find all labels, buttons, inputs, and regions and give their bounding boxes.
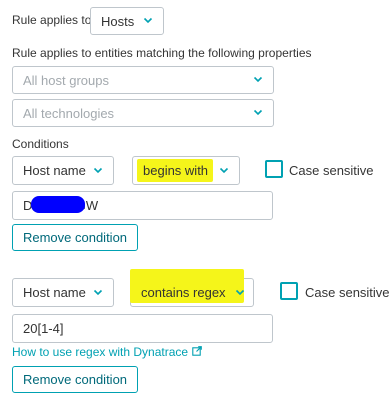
redaction-mark (31, 196, 85, 213)
condition-1-remove-button[interactable]: Remove condition (12, 224, 138, 251)
condition-1-property: Host name (23, 163, 86, 178)
host-groups-placeholder: All host groups (23, 72, 109, 88)
condition-2-operator: contains regex (141, 285, 226, 300)
condition-1-operator: begins with (143, 163, 209, 178)
external-link-icon (192, 346, 203, 356)
condition-1-property-select[interactable]: Host name (12, 156, 114, 185)
chevron-down-icon (253, 74, 263, 84)
condition-2-case-sensitive-label: Case sensitive (305, 285, 390, 300)
remove-button-label: Remove condition (22, 372, 128, 387)
scope-select-value: Hosts (101, 13, 135, 29)
technologies-select[interactable]: All technologies (12, 99, 274, 127)
chevron-down-icon (235, 287, 245, 297)
condition-1-case-sensitive-label: Case sensitive (289, 163, 374, 178)
host-groups-select[interactable]: All host groups (12, 66, 274, 94)
condition-2-value-input[interactable]: 20[1-4] (12, 314, 273, 343)
chevron-down-icon (143, 15, 153, 25)
entities-label: Rule applies to entities matching the fo… (12, 46, 312, 60)
condition-2-value: 20[1-4] (23, 321, 64, 336)
regex-help-link-text: How to use regex with Dynatrace (12, 345, 189, 359)
condition-2-case-sensitive-checkbox[interactable] (280, 282, 298, 300)
condition-1-case-sensitive-checkbox[interactable] (265, 160, 283, 178)
condition-2-property: Host name (23, 285, 86, 300)
technologies-placeholder: All technologies (23, 105, 115, 121)
rule-applies-to-label: Rule applies to (12, 13, 92, 27)
chevron-down-icon (219, 165, 229, 175)
condition-1-operator-select[interactable]: begins with (132, 156, 240, 185)
regex-help-link[interactable]: How to use regex with Dynatrace (12, 345, 203, 359)
condition-2-remove-button[interactable]: Remove condition (12, 366, 138, 393)
condition-2-operator-select[interactable]: contains regex (130, 269, 254, 307)
conditions-label: Conditions (12, 137, 69, 151)
chevron-down-icon (93, 165, 103, 175)
chevron-down-icon (93, 287, 103, 297)
chevron-down-icon (253, 107, 263, 117)
remove-button-label: Remove condition (22, 230, 128, 245)
scope-select[interactable]: Hosts (90, 7, 164, 35)
condition-2-property-select[interactable]: Host name (12, 278, 114, 307)
